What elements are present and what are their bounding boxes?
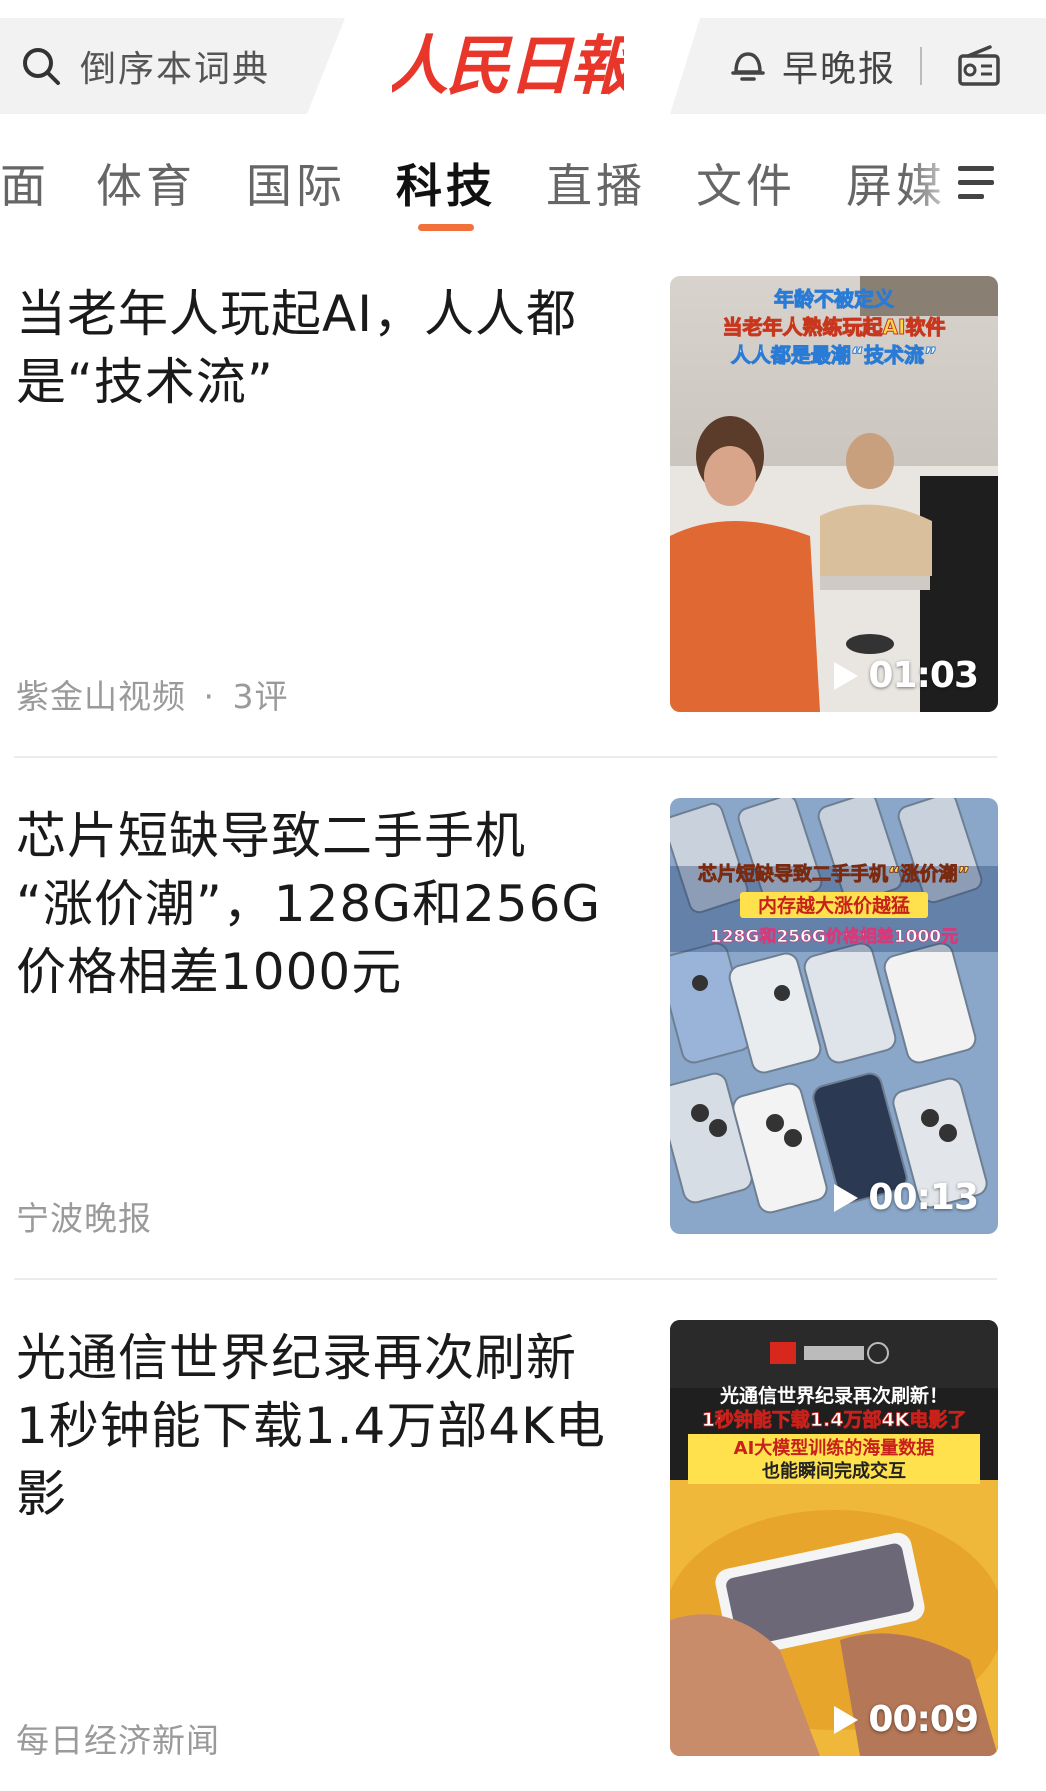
tab-international[interactable]: 国际: [246, 150, 346, 216]
news-item[interactable]: 当老年人玩起AI，人人都 是“技术流” 紫金山视频 · 3评 年龄不被定义 当老…: [0, 276, 1046, 716]
search-placeholder: 倒序本词典: [80, 49, 271, 90]
news-item[interactable]: 光通信世界纪录再次刷新 1秒钟能下载1.4万部4K电 影 每日经济新闻 光通信世…: [0, 1320, 1046, 1760]
news-source: 紫金山视频: [16, 677, 186, 716]
svg-text:128G和256G价格相差1000元: 128G和256G价格相差1000元: [710, 926, 958, 947]
thumbnail-image: 光通信世界纪录再次刷新！ 1秒钟能下载1.4万部4K电影了 AI大模型训练的海量…: [670, 1320, 998, 1756]
news-title[interactable]: 光通信世界纪录再次刷新 1秒钟能下载1.4万部4K电 影: [16, 1324, 626, 1528]
play-icon: [834, 1705, 859, 1734]
svg-text:AI大模型训练的海量数据: AI大模型训练的海量数据: [734, 1437, 935, 1459]
play-icon: [834, 661, 859, 690]
comment-count: 3评: [232, 677, 289, 716]
play-icon: [834, 1183, 859, 1212]
news-title[interactable]: 芯片短缺导致二手手机 “涨价潮”，128G和256G 价格相差1000元: [16, 802, 626, 1006]
search-bar[interactable]: 倒序本词典: [0, 18, 345, 114]
svg-text:也能瞬间完成交互: 也能瞬间完成交互: [762, 1460, 906, 1482]
news-source: 每日经济新闻: [16, 1721, 220, 1760]
divider: [920, 47, 923, 85]
video-thumbnail[interactable]: 光通信世界纪录再次刷新！ 1秒钟能下载1.4万部4K电影了 AI大模型训练的海量…: [670, 1320, 998, 1756]
thumbnail-image: 芯片短缺导致二手手机“涨价潮” 内存越大涨价越猛 128G和256G价格相差10…: [670, 798, 998, 1234]
svg-text:年龄不被定义: 年龄不被定义: [774, 287, 894, 311]
news-title[interactable]: 当老年人玩起AI，人人都 是“技术流”: [16, 280, 626, 416]
video-thumbnail[interactable]: 年龄不被定义 当老年人熟练玩起AI软件 人人都是最潮“技术流” 01:03: [670, 276, 998, 712]
tab-live[interactable]: 直播: [546, 150, 646, 216]
video-thumbnail[interactable]: 芯片短缺导致二手手机“涨价潮” 内存越大涨价越猛 128G和256G价格相差10…: [670, 798, 998, 1234]
video-duration: 00:09: [832, 1699, 979, 1740]
video-duration: 01:03: [832, 655, 979, 696]
tab-sports[interactable]: 体育: [96, 150, 196, 216]
channel-menu-button[interactable]: [946, 140, 1046, 240]
tab-documents[interactable]: 文件: [696, 150, 796, 216]
svg-text:当老年人熟练玩起AI软件: 当老年人熟练玩起AI软件: [723, 315, 946, 339]
active-tab-indicator: [418, 224, 474, 231]
item-divider: [14, 756, 997, 758]
svg-text:人人都是最潮“技术流”: 人人都是最潮“技术流”: [731, 343, 937, 367]
brand-logo[interactable]: 人民日報: [392, 20, 624, 106]
search-icon: [23, 48, 60, 85]
morning-evening-link[interactable]: 早晚报: [782, 40, 896, 92]
video-duration: 00:13: [832, 1177, 979, 1218]
news-item[interactable]: 芯片短缺导致二手手机 “涨价潮”，128G和256G 价格相差1000元 宁波晚…: [0, 798, 1046, 1238]
svg-text:内存越大涨价越猛: 内存越大涨价越猛: [758, 894, 910, 917]
news-meta: 宁波晚报: [16, 1192, 152, 1240]
svg-text:人民日報: 人民日報: [392, 29, 624, 104]
thumbnail-image: 年龄不被定义 当老年人熟练玩起AI软件 人人都是最潮“技术流”: [670, 276, 998, 712]
news-source: 宁波晚报: [16, 1199, 152, 1238]
news-meta: 紫金山视频 · 3评: [16, 677, 289, 716]
menu-icon: [958, 166, 994, 199]
tab-technology[interactable]: 科技: [396, 150, 496, 216]
tab-front-page[interactable]: 面: [0, 150, 50, 216]
radio-icon[interactable]: [956, 44, 1002, 88]
news-meta: 每日经济新闻: [16, 1714, 220, 1762]
svg-text:光通信世界纪录再次刷新！: 光通信世界纪录再次刷新！: [719, 1384, 948, 1407]
publisher-logo: [770, 1342, 796, 1364]
item-divider: [14, 1278, 997, 1280]
top-bar: 倒序本词典 人民日報 早晚报: [0, 0, 1046, 130]
morning-evening-bar: 早晚报: [670, 18, 1046, 114]
channel-tabs: 面 体育 国际 科技 直播 文件 屏媒: [0, 140, 1046, 240]
svg-text:芯片短缺导致二手手机“涨价潮”: 芯片短缺导致二手手机“涨价潮”: [698, 862, 970, 885]
bell-icon[interactable]: [728, 46, 768, 86]
svg-text:1秒钟能下载1.4万部4K电影了: 1秒钟能下载1.4万部4K电影了: [702, 1408, 967, 1431]
